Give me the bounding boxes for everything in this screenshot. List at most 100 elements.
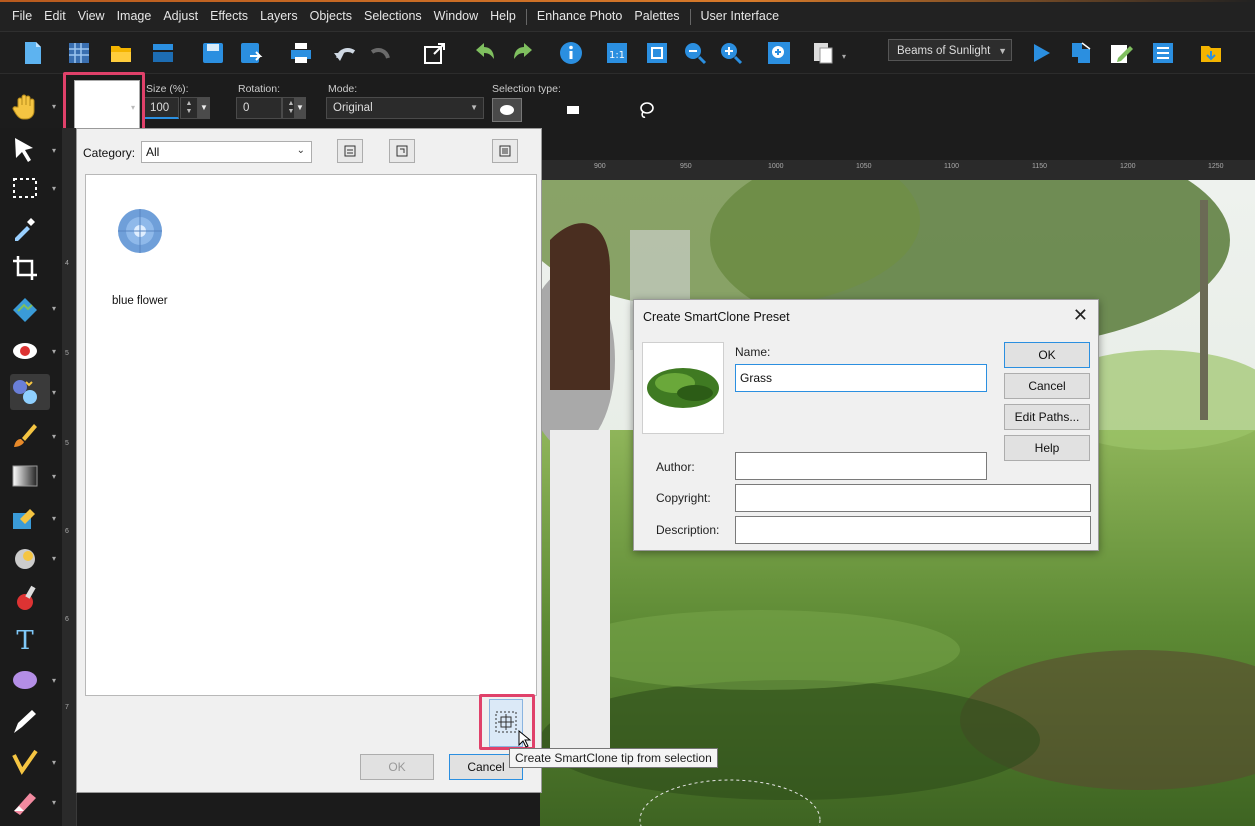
category-manage-button[interactable] (337, 139, 363, 163)
menu-file[interactable]: File (6, 9, 38, 25)
paste-icon[interactable] (808, 38, 838, 68)
save-icon[interactable] (198, 38, 228, 68)
chevron-down-icon: ▼ (998, 46, 1007, 56)
menu-view[interactable]: View (72, 9, 111, 25)
print-icon[interactable] (286, 38, 316, 68)
rotation-input[interactable]: 0 (236, 97, 282, 119)
description-input[interactable] (735, 516, 1091, 544)
menu-effects[interactable]: Effects (204, 9, 254, 25)
pick-tool[interactable]: ▾ (10, 132, 56, 168)
close-icon[interactable]: ✕ (1073, 305, 1088, 326)
paste-dropdown-arrow[interactable]: ▾ (842, 52, 846, 61)
shape-tool[interactable]: ▾ (10, 662, 56, 698)
lasso-selection-button[interactable] (636, 100, 658, 120)
author-input[interactable] (735, 452, 987, 480)
size-label: Size (%): (146, 83, 189, 95)
ruler-tick: 6 (65, 616, 69, 623)
edit-paths-button[interactable]: Edit Paths... (1004, 404, 1090, 430)
undo-icon[interactable] (330, 38, 360, 68)
rotate-left-icon[interactable] (470, 38, 500, 68)
size-slider-button[interactable]: ▼ (198, 97, 210, 119)
menu-user-interface[interactable]: User Interface (695, 9, 786, 25)
browse-icon[interactable] (64, 38, 94, 68)
tip-thumbnail[interactable] (116, 207, 164, 255)
resize-icon[interactable] (420, 38, 450, 68)
copyright-input[interactable] (735, 484, 1091, 512)
menu-help[interactable]: Help (484, 9, 522, 25)
actual-size-icon[interactable]: 1:1 (602, 38, 632, 68)
ruler-tick: 5 (65, 440, 69, 447)
category-dropdown[interactable]: All ⌄ (141, 141, 312, 163)
fit-window-icon[interactable] (642, 38, 672, 68)
eraser-tool[interactable]: ▾ (10, 784, 56, 820)
play-icon[interactable] (1026, 38, 1056, 68)
ok-button[interactable]: OK (360, 754, 434, 780)
clone-tool[interactable] (10, 580, 50, 616)
vector-tool[interactable]: ▾ (10, 744, 56, 780)
red-eye-tool[interactable]: ▾ (10, 333, 56, 369)
ellipse-selection-button[interactable] (492, 98, 522, 122)
horizontal-ruler: 900 950 1000 1050 1100 1150 1200 1250 (540, 160, 1255, 181)
pan-tool[interactable]: ▾ (10, 88, 56, 124)
menu-image[interactable]: Image (111, 9, 158, 25)
open-icon[interactable] (106, 38, 136, 68)
smartclone-tool[interactable]: ▾ (10, 374, 56, 410)
rectangle-selection-button[interactable] (564, 102, 582, 118)
straighten-tool[interactable]: ▾ (10, 290, 56, 326)
crop-tool[interactable] (10, 250, 50, 286)
info-icon[interactable] (556, 38, 586, 68)
eye-icon (13, 343, 37, 359)
smartclone-tip-dialog: Category: All ⌄ blue flower OK Cancel (76, 128, 542, 793)
ruler-tick: 1150 (1032, 163, 1048, 170)
menu-adjust[interactable]: Adjust (157, 9, 204, 25)
preset-script-dropdown[interactable]: Beams of Sunlight ▼ (888, 39, 1012, 61)
tooltip: Create SmartClone tip from selection (509, 748, 718, 768)
menu-edit[interactable]: Edit (38, 9, 72, 25)
size-spinner[interactable]: ▲ ▼ (180, 97, 198, 119)
zoom-out-icon[interactable] (680, 38, 710, 68)
size-input[interactable]: 100 (143, 97, 179, 119)
vector-pen-icon (12, 749, 38, 775)
text-tool[interactable]: T (10, 620, 50, 656)
menu-window[interactable]: Window (428, 9, 484, 25)
mode-dropdown[interactable]: Original ▼ (326, 97, 484, 119)
author-label: Author: (656, 460, 695, 474)
rotation-slider-button[interactable]: ▼ (294, 97, 306, 119)
scan-icon[interactable] (148, 38, 178, 68)
folder-icon[interactable] (1196, 38, 1226, 68)
zoom-to-icon[interactable] (764, 38, 794, 68)
rotation-label: Rotation: (238, 83, 281, 95)
arrow-pointer-icon (15, 138, 33, 162)
rotate-right-icon[interactable] (508, 38, 538, 68)
pen-tool[interactable] (10, 704, 50, 740)
help-button[interactable]: Help (1004, 435, 1090, 461)
accent-strip (0, 0, 1255, 2)
dodge-tool[interactable]: ▾ (10, 540, 56, 576)
menu-objects[interactable]: Objects (304, 9, 358, 25)
menu-palettes[interactable]: Palettes (628, 9, 685, 25)
cursor-arrow-icon (518, 729, 532, 748)
redo-icon[interactable] (366, 38, 396, 68)
script-icon[interactable] (1066, 38, 1096, 68)
marquee-icon (13, 178, 37, 198)
menu-selections[interactable]: Selections (358, 9, 428, 25)
list-icon[interactable] (1148, 38, 1178, 68)
selection-tool[interactable]: ▾ (10, 170, 56, 206)
save-as-icon[interactable] (236, 38, 266, 68)
pen-icon (14, 710, 36, 733)
edit-script-icon[interactable] (1106, 38, 1136, 68)
gradient-tool[interactable]: ▾ (10, 458, 56, 494)
menu-layers[interactable]: Layers (254, 9, 304, 25)
cancel-button[interactable]: Cancel (1004, 373, 1090, 399)
zoom-in-icon[interactable] (716, 38, 746, 68)
ruler-tick: 1250 (1208, 163, 1224, 170)
paint-brush-tool[interactable]: ▾ (10, 418, 56, 454)
new-file-icon[interactable] (18, 38, 48, 68)
ok-button[interactable]: OK (1004, 342, 1090, 368)
view-options-button[interactable] (492, 139, 518, 163)
menu-enhance-photo[interactable]: Enhance Photo (531, 9, 629, 25)
name-input[interactable]: Grass (735, 364, 987, 392)
fill-tool[interactable]: ▾ (10, 500, 56, 536)
import-tip-button[interactable] (389, 139, 415, 163)
dropper-tool[interactable] (10, 210, 50, 246)
